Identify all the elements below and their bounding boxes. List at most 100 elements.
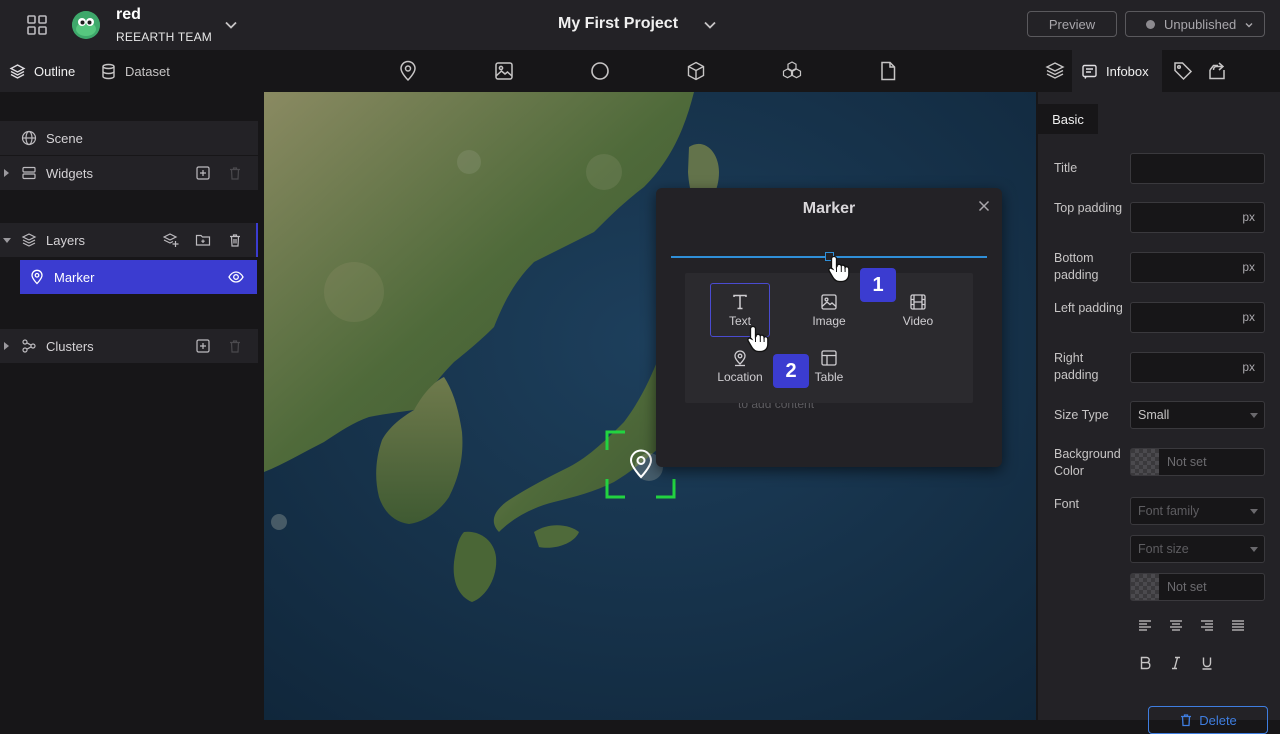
publish-status-button[interactable]: Unpublished	[1125, 11, 1265, 37]
close-icon[interactable]	[977, 199, 991, 213]
left-padding-label: Left padding	[1054, 301, 1123, 315]
caret-right-icon[interactable]	[4, 169, 9, 177]
chevron-down-icon	[1250, 547, 1258, 552]
project-title[interactable]: My First Project	[558, 15, 678, 33]
layers-icon	[21, 233, 37, 247]
text-icon	[733, 294, 747, 309]
project-chevron-down-icon[interactable]	[701, 16, 719, 34]
outline-item-layers[interactable]: Layers	[0, 223, 258, 257]
tab-basic[interactable]: Basic	[1038, 104, 1098, 134]
tag-icon[interactable]	[1172, 60, 1194, 82]
size-type-select[interactable]: Small	[1130, 401, 1265, 429]
tab-outline-label: Outline	[34, 63, 76, 79]
left-padding-input[interactable]: px	[1130, 302, 1265, 333]
top-padding-input[interactable]: px	[1130, 202, 1265, 233]
workspace-chevron-down-icon[interactable]	[222, 16, 240, 34]
outline-layers-label: Layers	[46, 233, 86, 248]
block-video-label: Video	[902, 313, 934, 328]
outline-item-clusters[interactable]: Clusters	[0, 329, 258, 363]
font-color-picker[interactable]: Not set	[1130, 573, 1265, 601]
font-size-select[interactable]: Font size	[1130, 535, 1265, 563]
block-image-button[interactable]: Image	[799, 283, 859, 337]
title-input[interactable]	[1130, 153, 1265, 184]
tab-outline[interactable]: Outline	[0, 50, 90, 92]
tab-dataset[interactable]: Dataset	[100, 50, 170, 92]
image-icon[interactable]	[493, 60, 515, 82]
unit-label: px	[1242, 260, 1255, 274]
outline-scene-label: Scene	[46, 131, 83, 146]
title-label: Title	[1054, 161, 1078, 175]
outline-panel: Scene Widgets Layers Marker Clusters	[0, 92, 258, 720]
workspace-name: red	[116, 6, 141, 23]
delete-label: Delete	[1199, 712, 1237, 728]
outline-item-marker[interactable]: Marker	[20, 260, 257, 294]
publish-status-dot	[1146, 19, 1155, 29]
background-color-value: Not set	[1167, 455, 1207, 469]
caret-right-icon[interactable]	[4, 342, 9, 350]
font-size-placeholder: Font size	[1138, 542, 1189, 556]
block-table-label: Table	[814, 369, 844, 384]
delete-button[interactable]: Delete	[1148, 706, 1268, 734]
apps-grid-icon[interactable]	[26, 14, 48, 36]
hand-pointer-icon	[747, 325, 769, 353]
sphere-icon[interactable]	[589, 60, 611, 82]
unit-label: px	[1242, 360, 1255, 374]
align-left-icon[interactable]	[1137, 617, 1153, 633]
italic-icon[interactable]	[1168, 655, 1184, 671]
font-color-value: Not set	[1167, 580, 1207, 594]
caret-down-icon[interactable]	[3, 238, 11, 243]
bold-icon[interactable]	[1137, 655, 1153, 671]
underline-icon[interactable]	[1199, 655, 1215, 671]
cluster-icon	[22, 339, 36, 353]
background-color-picker[interactable]: Not set	[1130, 448, 1265, 476]
tab-infobox[interactable]: Infobox	[1072, 50, 1162, 92]
block-video-button[interactable]: Video	[888, 283, 948, 337]
globe-icon	[21, 130, 37, 146]
align-center-icon[interactable]	[1168, 617, 1184, 633]
add-cluster-icon[interactable]	[195, 338, 211, 354]
popup-title: Marker	[802, 200, 856, 217]
polygon-icon[interactable]	[685, 60, 707, 82]
layers-icon[interactable]	[1044, 60, 1066, 82]
add-widget-icon[interactable]	[195, 165, 211, 181]
marker-icon[interactable]	[397, 60, 419, 82]
color-swatch	[1131, 449, 1159, 475]
chevron-down-icon	[1250, 413, 1258, 418]
video-icon	[910, 293, 926, 310]
size-type-value: Small	[1138, 408, 1170, 422]
file-icon[interactable]	[877, 60, 899, 82]
export-icon[interactable]	[1206, 60, 1228, 82]
chevron-down-icon	[1245, 23, 1253, 28]
add-layer-icon[interactable]	[163, 232, 179, 248]
unit-label: px	[1242, 210, 1255, 224]
align-right-icon[interactable]	[1199, 617, 1215, 633]
align-justify-icon[interactable]	[1230, 617, 1246, 633]
bottom-padding-input[interactable]: px	[1130, 252, 1265, 283]
size-type-label: Size Type	[1054, 408, 1109, 422]
add-folder-icon[interactable]	[195, 232, 211, 248]
workspace-avatar-icon[interactable]	[72, 11, 100, 39]
bottom-padding-label: Bottom padding	[1054, 251, 1099, 282]
color-swatch	[1131, 574, 1159, 600]
eye-icon[interactable]	[228, 269, 244, 285]
outline-item-widgets[interactable]: Widgets	[0, 156, 258, 190]
tab-infobox-label: Infobox	[1106, 63, 1149, 79]
layers-icon	[9, 63, 26, 79]
font-label: Font	[1054, 497, 1080, 511]
right-padding-label: Right padding	[1054, 351, 1099, 382]
delete-layer-icon[interactable]	[227, 232, 243, 248]
model-icon[interactable]	[781, 60, 803, 82]
top-padding-label: Top padding	[1054, 201, 1123, 215]
outline-clusters-label: Clusters	[46, 339, 94, 354]
outline-item-scene[interactable]: Scene	[0, 121, 258, 155]
outline-marker-label: Marker	[54, 270, 95, 285]
right-padding-input[interactable]: px	[1130, 352, 1265, 383]
font-family-select[interactable]: Font family	[1130, 497, 1265, 525]
publish-status-label: Unpublished	[1164, 16, 1237, 32]
table-icon	[821, 349, 837, 366]
preview-button[interactable]: Preview	[1027, 11, 1117, 37]
marker-infobox-popup: Marker to add content Text Image Video L…	[656, 188, 1002, 467]
trash-icon	[1181, 714, 1192, 727]
trash-icon	[230, 167, 240, 180]
chevron-down-icon	[1250, 509, 1258, 514]
